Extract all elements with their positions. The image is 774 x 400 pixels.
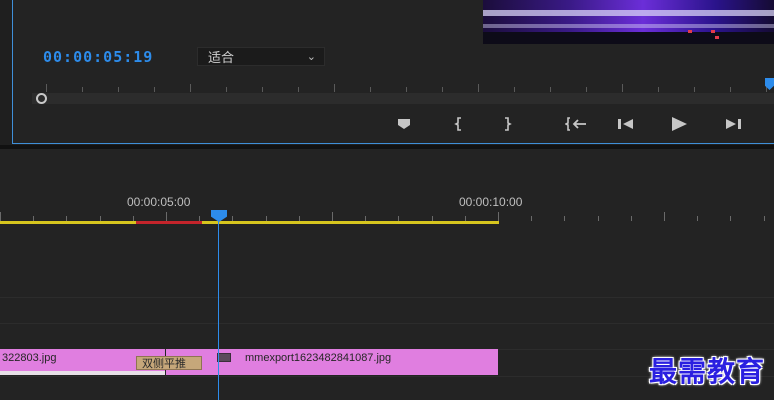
play-icon	[672, 117, 687, 131]
monitor-time-ruler[interactable]	[32, 76, 774, 92]
ruler-label-5s: 00:00:05:00	[127, 195, 191, 209]
render-status-bar	[136, 221, 202, 224]
fx-icon	[217, 353, 231, 362]
ruler-tick	[498, 212, 499, 221]
playhead-timecode[interactable]: 00:00:05:19	[43, 48, 153, 66]
add-marker-icon	[398, 119, 410, 129]
ruler-tick	[697, 216, 698, 221]
ruler-tick	[598, 216, 599, 221]
mark-out-icon	[505, 117, 512, 131]
transition-clip[interactable]: 双侧平推	[136, 356, 202, 370]
transition-name: 双侧平推	[142, 358, 186, 370]
video-clip-2[interactable]: mmexport1623482841087.jpg	[166, 349, 498, 375]
ruler-tick	[664, 212, 665, 221]
ruler-tick	[332, 212, 333, 221]
ruler-tick	[298, 87, 299, 92]
ruler-tick	[0, 212, 1, 221]
mark-out-button[interactable]	[495, 113, 519, 135]
work-area-bar[interactable]	[0, 221, 136, 224]
watermark-logo: 最需教育	[649, 355, 766, 388]
ruler-tick	[631, 216, 632, 221]
ruler-tick	[226, 87, 227, 92]
ruler-tick	[658, 87, 659, 92]
ruler-tick	[190, 84, 191, 92]
ruler-tick	[622, 84, 623, 92]
monitor-scrub-bar[interactable]	[32, 93, 774, 104]
ruler-tick	[550, 87, 551, 92]
ruler-tick	[334, 84, 335, 92]
zoom-handle[interactable]	[36, 93, 47, 104]
ruler-tick	[564, 216, 565, 221]
ruler-tick	[531, 216, 532, 221]
step-back-icon	[618, 119, 633, 129]
play-button[interactable]	[667, 113, 691, 135]
zoom-fit-select[interactable]: 适合 ⌄	[197, 47, 325, 66]
playhead-line	[218, 221, 219, 400]
ruler-tick	[46, 84, 47, 92]
ruler-tick	[118, 87, 119, 92]
mark-in-icon	[454, 117, 461, 131]
step-forward-icon	[726, 119, 741, 129]
go-to-in-button[interactable]	[563, 113, 589, 135]
zoom-fit-value: 适合	[208, 50, 235, 65]
ruler-tick	[586, 87, 587, 92]
ruler-label-10s: 00:00:10:00	[459, 195, 523, 209]
ruler-tick	[764, 216, 765, 221]
ruler-tick	[82, 87, 83, 92]
clip-name: mmexport1623482841087.jpg	[245, 352, 392, 364]
add-marker-button[interactable]	[392, 113, 416, 135]
ruler-tick	[478, 84, 479, 92]
ruler-tick	[370, 87, 371, 92]
clip-name: 322803.jpg	[2, 352, 57, 364]
transport-controls	[0, 113, 774, 135]
ruler-tick	[166, 212, 167, 221]
ruler-tick	[154, 87, 155, 92]
go-to-in-icon	[565, 117, 586, 131]
ruler-tick	[730, 216, 731, 221]
video-preview	[483, 0, 774, 44]
chevron-down-icon: ⌄	[306, 51, 316, 63]
program-monitor: 00:00:05:19 适合 ⌄	[0, 0, 774, 145]
timeline-time-ruler[interactable]	[0, 211, 774, 221]
work-area-bar-end[interactable]	[202, 221, 499, 224]
mark-in-button[interactable]	[447, 113, 471, 135]
ruler-tick	[262, 87, 263, 92]
track-divider	[0, 323, 774, 324]
ruler-tick	[514, 87, 515, 92]
ruler-tick	[406, 87, 407, 92]
ruler-tick	[694, 87, 695, 92]
step-back-button[interactable]	[614, 113, 638, 135]
step-forward-button[interactable]	[721, 113, 745, 135]
ruler-tick	[730, 87, 731, 92]
track-divider	[0, 297, 774, 298]
ruler-tick	[442, 87, 443, 92]
